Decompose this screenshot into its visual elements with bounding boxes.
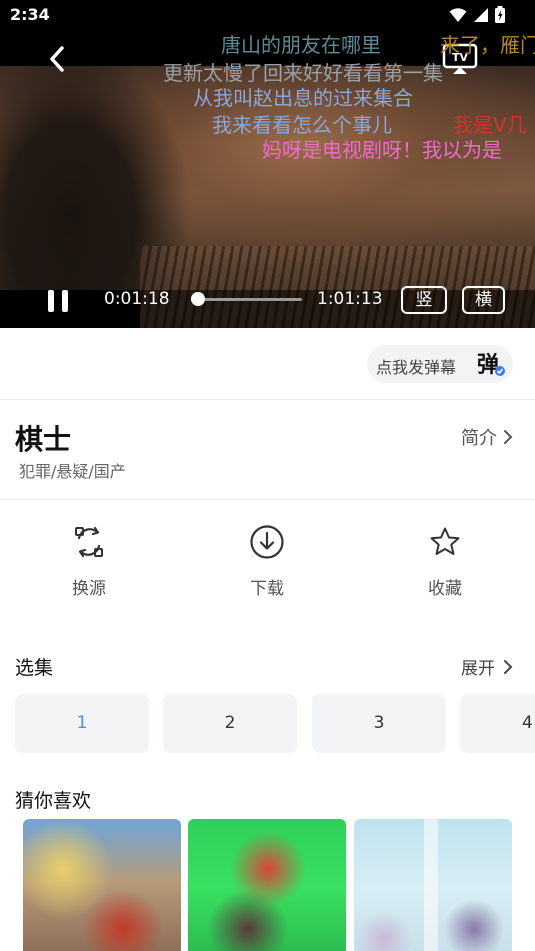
chevron-left-icon [50, 46, 64, 72]
switch-source-icon [75, 526, 103, 558]
player-controls: 0:01:18 1:01:13 竖 横 [0, 284, 535, 318]
download-label: 下载 [250, 579, 284, 599]
landscape-mode-button[interactable]: 横 [462, 286, 505, 314]
status-icons [449, 6, 505, 23]
recommendations-title: 猜你喜欢 [15, 790, 92, 812]
danmaku-comment: 来了，雁门 [440, 33, 535, 57]
video-player[interactable]: 2:34 TV 唐山的朋友在哪里 来了，雁门 更新太慢了回来好好看看第一集 从我… [0, 0, 535, 328]
divider [0, 499, 535, 500]
danmaku-comment: 妈呀是电视剧呀！我以为是 [262, 138, 502, 162]
seek-thumb[interactable] [191, 292, 206, 306]
danmaku-send-row: 点我发弹幕 弹 [0, 328, 535, 400]
back-button[interactable] [44, 44, 72, 74]
star-icon [430, 527, 460, 555]
portrait-mode-button[interactable]: 竖 [401, 286, 447, 314]
chevron-right-icon [504, 430, 513, 444]
show-genres: 犯罪/悬疑/国产 [19, 462, 126, 481]
expand-episodes-link[interactable]: 展开 [461, 654, 513, 679]
danmaku-comment: 唐山的朋友在哪里 [221, 33, 381, 57]
danmaku-comment: 从我叫赵出息的过来集合 [193, 86, 413, 110]
current-time: 0:01:18 [104, 289, 170, 309]
chevron-right-icon [504, 659, 513, 674]
recommendation-poster[interactable] [23, 819, 181, 951]
show-title: 棋士 [15, 423, 72, 456]
total-time: 1:01:13 [317, 289, 383, 309]
send-danmaku-button[interactable]: 点我发弹幕 弹 [367, 345, 513, 383]
pause-button[interactable] [46, 288, 72, 314]
episodes-title: 选集 [15, 657, 54, 679]
send-danmaku-label: 点我发弹幕 [376, 358, 457, 377]
switch-source-button[interactable]: 换源 [44, 524, 134, 599]
download-button[interactable]: 下载 [222, 524, 312, 599]
intro-label: 简介 [461, 428, 497, 449]
pause-icon-bar [62, 290, 68, 312]
battery-icon [495, 6, 505, 23]
episode-chip[interactable]: 1 [15, 694, 149, 753]
seek-bar[interactable] [192, 298, 302, 301]
favorite-label: 收藏 [428, 579, 462, 599]
favorite-button[interactable]: 收藏 [400, 524, 490, 599]
episode-chip[interactable]: 4 [460, 694, 535, 753]
intro-link[interactable]: 简介 [461, 424, 513, 450]
danmaku-icon: 弹 [477, 353, 505, 378]
episode-chip[interactable]: 2 [163, 694, 297, 753]
switch-source-label: 换源 [72, 579, 106, 599]
recommendation-poster[interactable] [354, 819, 512, 951]
danmaku-icon-glyph: 弹 [477, 353, 499, 378]
signal-icon [474, 7, 488, 22]
recommendation-poster[interactable] [188, 819, 346, 951]
status-bar: 2:34 [0, 0, 535, 30]
app-screen: 2:34 TV 唐山的朋友在哪里 来了，雁门 更新太慢了回来好好看看第一集 从我… [0, 0, 535, 951]
episode-chip[interactable]: 3 [312, 694, 446, 753]
download-icon [250, 525, 284, 559]
status-time: 2:34 [10, 5, 50, 24]
expand-label: 展开 [461, 659, 495, 679]
pause-icon-bar [48, 290, 54, 312]
wifi-icon [449, 7, 467, 22]
